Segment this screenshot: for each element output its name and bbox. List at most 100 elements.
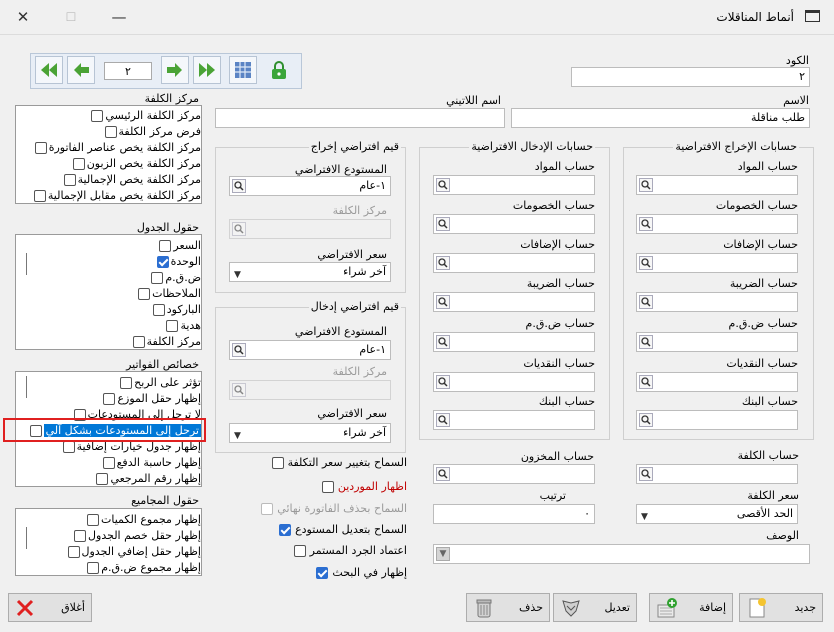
account-field[interactable] [636,410,798,430]
option-row[interactable]: اعتماد الجرد المستمر [292,544,407,557]
list-item[interactable]: مركز الكلفة الرئيسي [89,108,201,123]
checkbox[interactable] [63,173,76,186]
order-field[interactable]: ٠ [433,504,595,524]
checkbox[interactable] [96,472,109,485]
account-field[interactable] [636,372,798,392]
list-item[interactable]: إظهار حقل خصم الجدول [72,528,201,543]
account-field[interactable] [433,214,595,234]
list-item[interactable]: إظهار مجموع ض.ق.م [85,560,201,575]
checkbox[interactable] [72,157,85,170]
account-field[interactable] [433,410,595,430]
minimize-icon[interactable]: — [108,6,130,28]
account-field[interactable] [636,292,798,312]
search-icon[interactable] [436,295,450,309]
list-item[interactable]: تؤثر على الربح [118,375,201,390]
account-field[interactable] [433,372,595,392]
checkbox[interactable] [74,529,87,542]
list-item[interactable]: فرض مركز الكلفة [103,124,201,139]
list-item[interactable]: الباركود [151,302,201,317]
checkbox[interactable] [62,440,75,453]
search-icon[interactable] [639,467,653,481]
checkbox[interactable] [159,239,172,252]
account-field[interactable] [636,214,798,234]
search-icon[interactable] [436,467,450,481]
list-item[interactable]: مركز الكلفة يخص عناصر الفاتورة [33,140,201,155]
checkbox[interactable] [271,456,284,469]
store-account-field[interactable] [433,464,595,484]
list-item[interactable]: مركز الكلفة يخص الزبون [71,156,201,171]
previous-record-icon[interactable] [67,56,95,84]
list-item[interactable]: الملاحظات [136,286,201,301]
option-row[interactable]: إظهار في البحث [314,566,407,579]
list-item[interactable]: إظهار حقل الموزع [101,391,201,406]
list-item[interactable]: مركز الكلفة يخص الإجمالية [62,172,201,187]
list-item[interactable]: مركز الكلفة [131,334,201,349]
account-field[interactable] [636,253,798,273]
first-record-icon[interactable] [35,56,63,84]
scrollbar[interactable] [26,527,27,549]
search-icon[interactable] [639,295,653,309]
lock-icon[interactable] [265,56,293,84]
account-field[interactable] [433,175,595,195]
out-warehouse-field[interactable]: ١-عام [229,176,391,196]
name-field[interactable]: طلب مناقلة [511,108,810,128]
checkbox[interactable] [91,109,104,122]
checkbox[interactable] [120,376,133,389]
close-button[interactable]: أغلاق [8,593,92,622]
account-field[interactable] [433,253,595,273]
list-item[interactable]: ض.ق.م [149,270,201,285]
edit-button[interactable]: تعديل [553,593,637,622]
cost-account-field[interactable] [636,464,798,484]
checkbox[interactable] [152,303,165,316]
search-icon[interactable] [436,256,450,270]
maximize-icon[interactable]: ☐ [60,6,82,28]
search-icon[interactable] [436,413,450,427]
checkbox[interactable] [138,287,151,300]
search-icon[interactable] [639,335,653,349]
scrollbar[interactable] [26,253,27,275]
scrollbar[interactable] [26,376,27,398]
checkbox[interactable] [34,141,47,154]
search-icon[interactable] [639,413,653,427]
code-field[interactable]: ٢ [571,67,810,87]
checkbox[interactable] [87,561,100,574]
checkbox[interactable] [166,319,179,332]
list-item[interactable]: إظهار حقل إضافي الجدول [66,544,201,559]
search-icon[interactable] [639,178,653,192]
search-icon[interactable] [639,375,653,389]
checkbox[interactable] [261,502,274,515]
close-icon[interactable]: ✕ [12,6,34,28]
description-field[interactable] [433,544,810,564]
search-icon[interactable] [436,375,450,389]
in-cost-center-field[interactable] [229,380,391,400]
search-icon[interactable] [639,217,653,231]
search-icon[interactable] [436,178,450,192]
list-item[interactable]: مركز الكلفة يخص مقابل الإجمالية [32,188,201,203]
cost-price-select[interactable]: الحد الأقصى ▼ [636,504,798,524]
checkbox[interactable] [321,480,334,493]
list-item[interactable]: إظهار حاسبة الدفع [101,455,201,470]
search-icon[interactable] [232,343,246,357]
option-row[interactable]: السماح بحذف الفاتورة نهائي [259,502,407,515]
new-button[interactable]: جديد [739,593,823,622]
delete-button[interactable]: حذف [466,593,550,622]
in-warehouse-field[interactable]: ١-عام [229,340,391,360]
out-cost-center-field[interactable] [229,219,391,239]
page-number-field[interactable]: ٢ [104,62,152,80]
latin-name-field[interactable] [215,108,505,128]
list-item[interactable]: هدية [164,318,201,333]
checkbox[interactable] [33,189,46,202]
account-field[interactable] [433,292,595,312]
checkbox[interactable] [279,523,292,536]
checkbox[interactable] [316,566,329,579]
checkbox[interactable] [103,392,116,405]
search-icon[interactable] [436,335,450,349]
checkbox[interactable] [104,125,117,138]
expand-icon[interactable]: ▼ [436,547,450,561]
list-item[interactable]: الوحدة [155,254,201,269]
out-price-select[interactable]: آخر شراء ▼ [229,262,391,282]
checkbox[interactable] [102,456,115,469]
checkbox[interactable] [86,513,99,526]
account-field[interactable] [433,332,595,352]
checkbox[interactable] [151,271,164,284]
